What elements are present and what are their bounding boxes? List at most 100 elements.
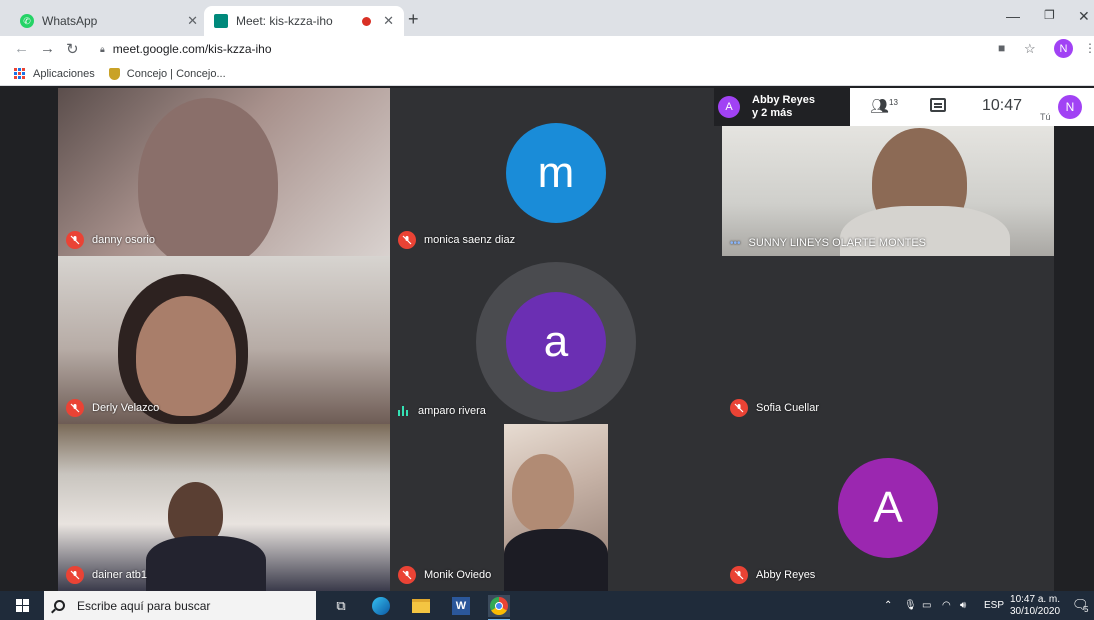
- presenter-indicator[interactable]: A Abby Reyes y 2 más: [714, 88, 850, 126]
- back-button[interactable]: ←: [14, 40, 29, 57]
- people-button[interactable]: 👥︎13: [870, 97, 898, 115]
- mic-off-icon: [66, 566, 84, 584]
- participant-tile[interactable]: a amparo rivera: [390, 256, 722, 424]
- mic-off-icon: [398, 566, 416, 584]
- bookmark-concejo[interactable]: Concejo | Concejo...: [108, 67, 226, 80]
- shield-icon: [108, 67, 120, 80]
- video-feed: [136, 296, 236, 416]
- browser-toolbar: ← → ↻ 🔒︎ meet.google.com/kis-kzza-iho ■ …: [0, 36, 1094, 62]
- participant-name: danny osorio: [92, 234, 155, 246]
- participant-tile[interactable]: A Abby Reyes: [722, 424, 1054, 591]
- tab-title: Meet: kis-kzza-iho: [236, 14, 333, 28]
- notification-count: 5: [1084, 605, 1089, 614]
- participant-tile[interactable]: Monik Oviedo: [390, 424, 722, 591]
- people-count: 13: [889, 98, 898, 107]
- participant-name: dainer atb1: [92, 569, 148, 581]
- chrome-icon[interactable]: [488, 595, 510, 620]
- camera-icon[interactable]: ■: [998, 41, 1005, 55]
- search-icon: [54, 600, 65, 611]
- bookmarks-bar: Aplicaciones Concejo | Concejo...: [0, 62, 1094, 86]
- video-feed: [146, 536, 266, 591]
- participant-tile[interactable]: ••• SUNNY LINEYS OLARTE MONTES: [722, 126, 1054, 256]
- mic-off-icon: [398, 231, 416, 249]
- people-icon: 👥︎: [870, 98, 890, 115]
- video-feed: [512, 454, 574, 532]
- url-text: meet.google.com/kis-kzza-iho: [112, 42, 272, 56]
- close-window-button[interactable]: ✕: [1078, 8, 1090, 25]
- battery-icon[interactable]: ▭: [922, 600, 931, 611]
- microphone-icon[interactable]: 🎙︎: [904, 600, 917, 611]
- participant-name: monica saenz diaz: [424, 234, 516, 246]
- more-options-icon[interactable]: •••: [730, 238, 741, 249]
- taskbar-clock[interactable]: 10:47 a. m. 30/10/2020: [1010, 594, 1060, 618]
- video-feed: [504, 424, 608, 591]
- volume-icon[interactable]: 🔊︎: [960, 600, 966, 611]
- minimize-button[interactable]: —: [1006, 8, 1020, 24]
- close-tab-icon[interactable]: ✕: [187, 13, 198, 29]
- participant-tile[interactable]: danny osorio: [58, 88, 390, 256]
- presenter-others: y 2 más: [752, 107, 793, 119]
- taskbar-time: 10:47 a. m.: [1010, 594, 1061, 605]
- profile-avatar[interactable]: N: [1054, 39, 1073, 58]
- bookmark-star-icon[interactable]: ☆: [1024, 41, 1036, 57]
- task-view-icon[interactable]: ⧉: [330, 595, 352, 617]
- apps-icon: [14, 68, 25, 79]
- file-explorer-icon[interactable]: [410, 595, 432, 617]
- presenter-name: Abby Reyes: [752, 94, 815, 106]
- participant-avatar: a: [506, 292, 606, 392]
- you-label: Tú: [1040, 112, 1051, 122]
- whatsapp-icon: ✆: [20, 14, 34, 28]
- participant-name: Sofia Cuellar: [756, 402, 819, 414]
- wifi-icon[interactable]: ◠: [942, 600, 951, 611]
- participant-avatar: m: [506, 123, 606, 223]
- taskbar-date: 30/10/2020: [1010, 606, 1061, 617]
- reload-button[interactable]: ↻: [66, 40, 79, 58]
- mic-off-icon: [66, 399, 84, 417]
- new-tab-button[interactable]: +: [408, 9, 419, 30]
- meet-icon: [214, 14, 228, 28]
- video-feed: [504, 529, 608, 591]
- meet-top-bar: 👥︎13 10:47 Tú N: [850, 88, 1094, 126]
- language-indicator[interactable]: ESP: [984, 600, 1004, 611]
- mic-off-icon: [730, 399, 748, 417]
- participant-name: amparo rivera: [418, 405, 486, 417]
- participant-tile[interactable]: Sofia Cuellar: [722, 256, 1054, 424]
- self-avatar[interactable]: N: [1058, 95, 1082, 119]
- menu-icon[interactable]: ⋮: [1084, 41, 1094, 55]
- participant-name: Derly Velazco: [92, 402, 160, 414]
- address-bar[interactable]: 🔒︎ meet.google.com/kis-kzza-iho: [92, 38, 972, 60]
- bookmark-apps[interactable]: Aplicaciones: [14, 68, 95, 80]
- edge-icon[interactable]: [370, 595, 392, 617]
- bookmark-label: Aplicaciones: [33, 67, 95, 80]
- audio-level-icon: [398, 406, 408, 416]
- close-tab-icon[interactable]: ✕: [383, 13, 394, 29]
- mic-off-icon: [66, 231, 84, 249]
- windows-taskbar: Escribe aquí para buscar ⧉ W ⌃ 🎙︎ ▭ ◠ 🔊︎…: [0, 591, 1094, 620]
- mic-off-icon: [730, 566, 748, 584]
- video-feed: [138, 98, 278, 256]
- show-hidden-icons[interactable]: ⌃: [884, 600, 892, 611]
- restore-button[interactable]: ❐: [1044, 8, 1055, 22]
- search-placeholder: Escribe aquí para buscar: [77, 598, 211, 613]
- participant-tile[interactable]: dainer atb1: [58, 424, 390, 591]
- participant-name: Monik Oviedo: [424, 569, 492, 581]
- tab-title: WhatsApp: [42, 14, 98, 28]
- forward-button[interactable]: →: [40, 40, 55, 57]
- browser-tab-strip: ✆ WhatsApp ✕ Meet: kis-kzza-iho ✕ + — ❐ …: [0, 0, 1094, 36]
- participant-tile[interactable]: m monica saenz diaz: [390, 88, 722, 256]
- participant-name: Abby Reyes: [756, 569, 816, 581]
- word-icon[interactable]: W: [450, 595, 472, 617]
- lock-icon: 🔒︎: [100, 43, 105, 54]
- chat-icon[interactable]: [930, 98, 946, 112]
- participant-name: SUNNY LINEYS OLARTE MONTES: [748, 237, 926, 249]
- tab-meet[interactable]: Meet: kis-kzza-iho ✕: [204, 6, 404, 36]
- meet-grid: danny osorio m monica saenz diaz ••• SUN…: [0, 86, 1094, 591]
- participant-tile[interactable]: Derly Velazco: [58, 256, 390, 424]
- bookmark-label: Concejo | Concejo...: [126, 67, 226, 80]
- taskbar-search[interactable]: Escribe aquí para buscar: [44, 591, 316, 620]
- tab-whatsapp[interactable]: ✆ WhatsApp ✕: [10, 6, 208, 36]
- participant-avatar: A: [838, 458, 938, 558]
- windows-start-icon[interactable]: [16, 599, 29, 612]
- meeting-clock: 10:47: [982, 97, 1023, 114]
- presenter-avatar: A: [718, 96, 740, 118]
